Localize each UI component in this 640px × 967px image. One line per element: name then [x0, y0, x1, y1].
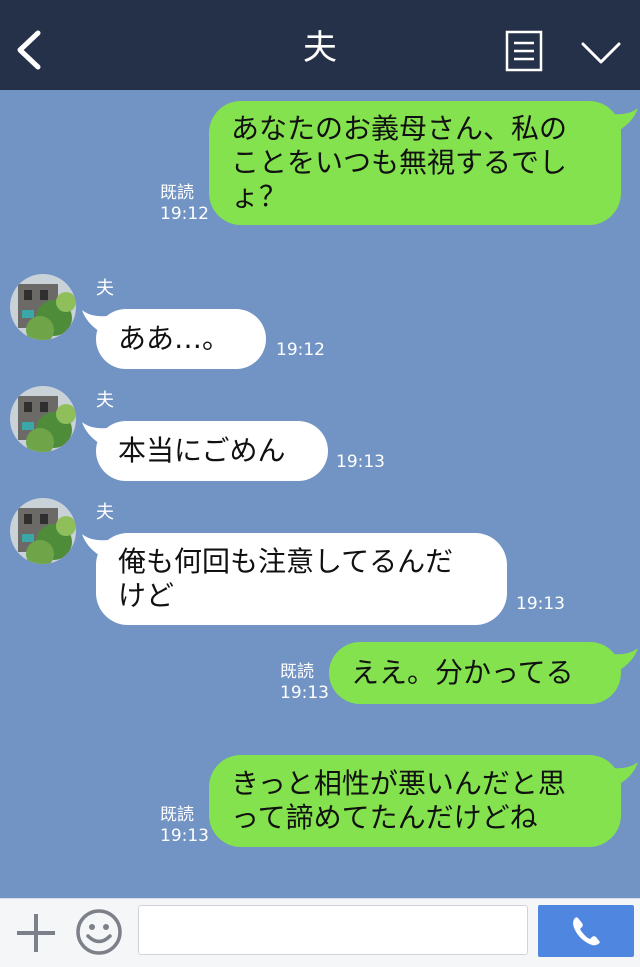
avatar[interactable]	[10, 386, 76, 452]
message-time: 19:13	[516, 594, 565, 614]
message-time: 19:13	[336, 452, 385, 472]
phone-icon	[573, 917, 600, 946]
message-bubble[interactable]: 俺も何回も注意してるんだ けど	[96, 533, 507, 625]
message-time: 19:12	[160, 204, 209, 224]
message-bubble[interactable]: あなたのお義母さん、私の ことをいつも無視するでし ょ？	[209, 101, 621, 225]
message-composer	[0, 898, 640, 967]
sender-name: 夫	[96, 278, 114, 299]
message-bubble[interactable]: ええ。分かってる	[329, 642, 621, 704]
sender-name: 夫	[96, 502, 114, 523]
read-receipt: 既読	[160, 805, 194, 825]
read-receipt: 既読	[160, 183, 194, 203]
message-bubble[interactable]: ああ…。	[96, 309, 266, 369]
chevron-down-icon[interactable]	[580, 40, 622, 68]
message-bubble[interactable]: 本当にごめん	[96, 421, 328, 481]
message-bubble[interactable]: きっと相性が悪いんだと思 って諦めてたんだけどね	[209, 755, 621, 847]
sender-name: 夫	[96, 390, 114, 411]
call-button[interactable]	[538, 905, 634, 957]
plus-icon[interactable]	[14, 911, 58, 955]
chat-header: 夫	[0, 0, 640, 90]
menu-list-icon[interactable]	[505, 30, 543, 72]
message-time: 19:13	[160, 826, 209, 846]
chat-title: 夫	[303, 28, 337, 68]
read-receipt: 既読	[280, 662, 314, 682]
message-time: 19:12	[276, 340, 325, 360]
avatar[interactable]	[10, 274, 76, 340]
message-time: 19:13	[280, 683, 329, 703]
avatar[interactable]	[10, 498, 76, 564]
message-input[interactable]	[138, 905, 528, 955]
smile-icon[interactable]	[74, 907, 124, 957]
